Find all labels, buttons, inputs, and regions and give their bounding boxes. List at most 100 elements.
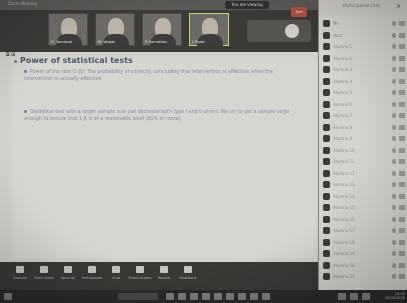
avatar — [323, 250, 330, 257]
folder-icon[interactable] — [190, 293, 198, 300]
participant-name: Alumno 18 — [333, 239, 355, 245]
participant-row[interactable]: Alumno 7 — [322, 110, 406, 121]
participant-name: Alumno 2 — [333, 55, 353, 61]
participant-row[interactable]: Me — [322, 18, 406, 29]
bullet-icon — [24, 110, 27, 113]
participant-row[interactable]: Alumno 2 — [322, 53, 406, 64]
language-icon[interactable] — [362, 293, 370, 300]
participant-row[interactable]: Alumno 6 — [322, 99, 406, 110]
participant-name: Alumno 21 — [333, 274, 355, 279]
camera-icon — [399, 90, 405, 95]
avatar — [323, 181, 330, 188]
avatar — [323, 261, 330, 269]
avatar — [323, 158, 330, 165]
mail-icon[interactable] — [202, 293, 210, 300]
participant-row[interactable]: Alumno 12 — [322, 168, 406, 179]
share-banner[interactable]: You are viewing screen — [225, 1, 269, 15]
record-icon — [285, 24, 299, 38]
participant-name: Me — [333, 21, 339, 26]
participant-name: Alumno 20 — [333, 262, 355, 268]
toolbar-button[interactable]: Unmute — [8, 266, 32, 286]
avatar — [323, 146, 330, 154]
powerpoint-icon[interactable] — [238, 293, 246, 300]
avatar — [323, 20, 330, 27]
participant-row[interactable]: Host — [322, 30, 406, 41]
chrome-icon[interactable] — [262, 293, 270, 300]
camera-icon — [399, 251, 405, 256]
end-meeting-button[interactable]: End — [291, 7, 307, 17]
video-tile-active-speaker[interactable]: J. Rojas — [189, 13, 229, 46]
avatar — [323, 238, 330, 246]
share-icon — [136, 266, 144, 273]
participant-row[interactable]: Alumno 11 — [322, 156, 406, 167]
participant-row[interactable]: Alumno 18 — [322, 237, 406, 248]
close-icon[interactable]: × — [396, 3, 403, 10]
shield-icon — [64, 266, 72, 273]
mic-icon — [392, 228, 396, 233]
camera-icon — [399, 159, 405, 164]
participants-panel: Participants (14) × Me Host Alumno 1 Alumno… — [318, 0, 407, 290]
toolbar-button[interactable]: Record — [152, 266, 176, 286]
participant-row[interactable]: Alumno 4 — [322, 76, 406, 87]
bullet-icon — [24, 70, 27, 73]
avatar — [323, 192, 330, 200]
camera-icon — [399, 274, 405, 279]
taskbar-search[interactable] — [118, 293, 158, 300]
toolbar-button-label: Start Video — [34, 276, 54, 280]
avatar — [323, 204, 330, 211]
taskbar: 10:42 20/05/2020 — [0, 290, 407, 303]
toolbar-button[interactable]: Chat — [104, 266, 128, 286]
participant-row[interactable]: Alumno 14 — [322, 191, 406, 202]
participant-row[interactable]: Alumno 13 — [322, 179, 406, 190]
start-icon[interactable] — [4, 293, 12, 300]
mic-icon — [392, 32, 396, 38]
mic-icon — [392, 78, 396, 84]
camera-icon — [399, 124, 405, 130]
participant-row[interactable]: Alumno 16 — [322, 214, 406, 225]
camera-icon — [399, 262, 405, 268]
toolbar-button[interactable]: Share Screen — [128, 266, 152, 286]
store-icon[interactable] — [214, 293, 222, 300]
video-tile[interactable]: G. Sandoval — [48, 13, 88, 46]
browser-icon[interactable] — [178, 293, 186, 300]
camera-icon — [399, 193, 405, 199]
toolbar-button[interactable]: Reactions — [176, 266, 200, 286]
participant-row[interactable]: Alumno 9 — [322, 133, 406, 144]
avatar — [323, 100, 330, 108]
participant-row[interactable]: Alumno 3 — [322, 64, 406, 75]
camera-icon — [40, 266, 48, 273]
toolbar-button[interactable]: Security — [56, 266, 80, 286]
camera-icon — [399, 170, 405, 176]
volume-icon[interactable] — [350, 293, 358, 300]
participant-row[interactable]: Alumno 5 — [322, 87, 406, 98]
tile-name: M. Vargas — [98, 40, 116, 44]
mic-icon — [392, 90, 396, 95]
camera-icon — [399, 44, 405, 49]
word-icon[interactable] — [226, 293, 234, 300]
participant-row[interactable]: Alumno 8 — [322, 122, 406, 133]
participant-row[interactable]: Alumno 17 — [322, 225, 406, 236]
zoom-icon[interactable] — [250, 293, 258, 300]
task-view-icon[interactable] — [166, 293, 174, 300]
participant-row[interactable]: Alumno 15 — [322, 202, 406, 213]
toolbar-button-label: Reactions — [179, 276, 197, 280]
mic-icon — [392, 147, 396, 153]
video-tile[interactable]: M. Vargas — [95, 13, 135, 46]
participant-row[interactable]: Alumno 19 — [322, 248, 406, 259]
gallery-next-page[interactable] — [247, 20, 311, 42]
participant-row[interactable]: Alumno 10 — [322, 145, 406, 156]
video-tile[interactable]: P. Sarmiento — [142, 13, 182, 46]
participant-row[interactable]: Alumno 20 — [322, 260, 406, 271]
clock[interactable]: 10:42 20/05/2020 — [381, 292, 405, 300]
participant-name: Alumno 16 — [333, 216, 355, 222]
video-gallery: G. Sandoval M. Vargas P. Sarmiento J. Ro… — [0, 10, 318, 52]
avatar — [323, 135, 330, 142]
participant-name: Alumno 13 — [333, 182, 355, 187]
toolbar-button[interactable]: Start Video — [32, 266, 56, 286]
toolbar-button[interactable]: Participants — [80, 266, 104, 286]
network-icon[interactable] — [338, 293, 346, 300]
participant-row[interactable]: Alumno 21 — [322, 271, 406, 282]
mic-icon — [392, 113, 396, 118]
participant-name: Alumno 8 — [333, 124, 353, 130]
participant-row[interactable]: Alumno 1 — [322, 41, 406, 52]
